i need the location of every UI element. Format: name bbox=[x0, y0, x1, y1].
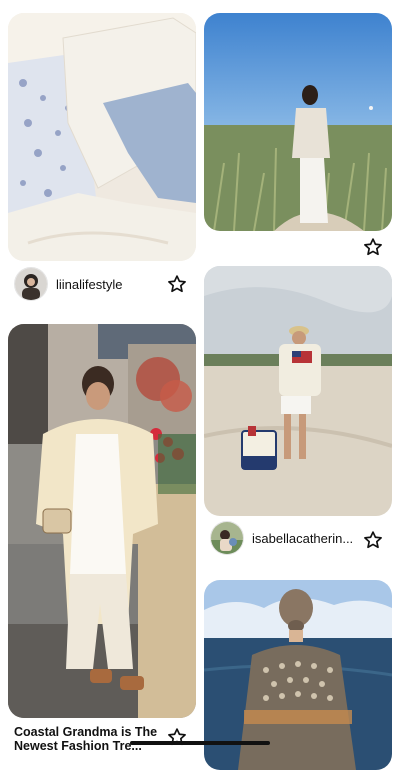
star-icon[interactable] bbox=[363, 237, 383, 257]
avatar[interactable] bbox=[14, 267, 48, 301]
pin-dunes[interactable] bbox=[204, 13, 392, 231]
pin-beach-flag[interactable] bbox=[204, 266, 392, 516]
avatar-image bbox=[211, 522, 243, 554]
bedding-photo bbox=[8, 13, 196, 261]
star-icon[interactable] bbox=[363, 530, 383, 550]
avatar[interactable] bbox=[210, 521, 244, 555]
creator-row[interactable]: isabellacatherin... bbox=[210, 521, 360, 555]
pin-caption[interactable]: Coastal Grandma is The Newest Fashion Tr… bbox=[14, 725, 164, 753]
creator-name[interactable]: liinalifestyle bbox=[56, 277, 122, 292]
creator-name[interactable]: isabellacatherin... bbox=[252, 531, 353, 546]
pin-coastal-grandma[interactable] bbox=[8, 324, 196, 718]
coastal-grandma-photo bbox=[8, 324, 196, 718]
pin-bedding[interactable] bbox=[8, 13, 196, 261]
beach-photo bbox=[204, 266, 392, 516]
dunes-photo bbox=[204, 13, 392, 231]
avatar-image bbox=[15, 268, 47, 300]
home-indicator[interactable] bbox=[130, 741, 270, 745]
star-icon[interactable] bbox=[167, 274, 187, 294]
